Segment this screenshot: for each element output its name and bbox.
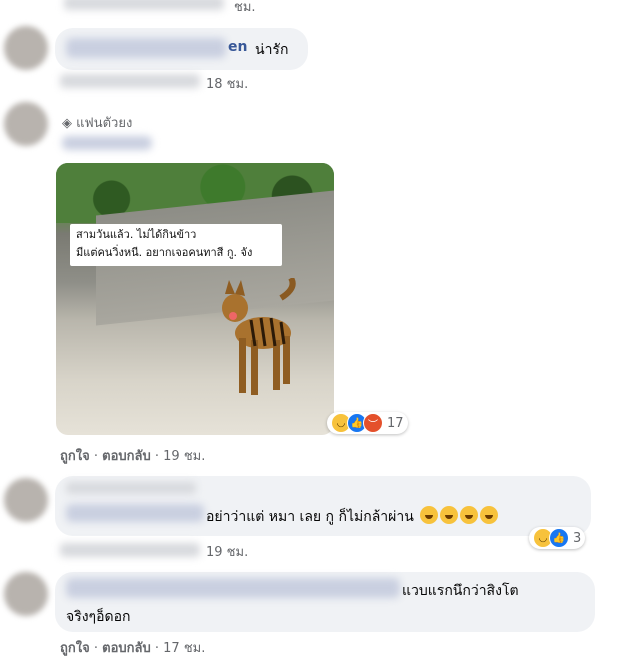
comment-actions: ถูกใจ · ตอบกลับ · 19 ชม. <box>60 449 206 464</box>
reaction-summary[interactable]: ◡ 👍 3 <box>529 527 586 549</box>
comment-time: 19 ชม. <box>206 545 249 560</box>
blurred-author-name[interactable] <box>66 38 226 58</box>
diamond-icon: ◈ <box>62 116 72 131</box>
tiger-striped-dog <box>222 278 296 395</box>
blurred-actions <box>64 0 224 10</box>
photo-caption: สามวันแล้ว. ไม่ได้กินข้าว มีแต่คนวิ่งหนี… <box>70 224 282 266</box>
blurred-text <box>66 504 204 522</box>
like-link[interactable]: ถูกใจ <box>60 641 90 656</box>
laughing-emoji-icon <box>460 506 479 524</box>
laughing-emoji-icon <box>480 506 499 524</box>
top-fan-badge: ◈ แฟนตัวยง <box>62 116 133 131</box>
author-name-suffix[interactable]: en <box>228 39 247 55</box>
reaction-count: 3 <box>573 530 582 546</box>
laughing-emoji-icon <box>420 506 439 524</box>
comment-text: อย่าว่าแต่ หมา เลย กู ก็ไม่กล้าผ่าน <box>206 506 499 528</box>
blurred-actions <box>60 543 200 557</box>
comment-time: ชม. <box>234 0 256 15</box>
reaction-count: 17 <box>387 415 404 431</box>
blurred-author-name <box>66 482 196 494</box>
avatar[interactable] <box>4 26 48 70</box>
reply-link[interactable]: ตอบกลับ <box>102 449 151 464</box>
blurred-actions <box>60 74 200 88</box>
blurred-author-name[interactable] <box>66 578 400 598</box>
like-reaction-icon: 👍 <box>549 528 569 548</box>
comment-time: 19 ชม. <box>163 449 206 464</box>
avatar[interactable] <box>4 102 48 146</box>
blurred-author-name[interactable] <box>62 136 152 150</box>
comment-actions: ถูกใจ · ตอบกลับ · 17 ชม. <box>60 641 206 656</box>
avatar[interactable] <box>4 572 48 616</box>
comment-photo[interactable]: สามวันแล้ว. ไม่ได้กินข้าว มีแต่คนวิ่งหนี… <box>56 163 334 435</box>
reaction-summary[interactable]: ◡ 👍 ︶ 17 <box>327 412 408 434</box>
comment-time: 18 ชม. <box>206 77 249 92</box>
comment-text: น่ารัก <box>255 42 289 58</box>
angry-reaction-icon: ︶ <box>363 413 383 433</box>
like-link[interactable]: ถูกใจ <box>60 449 90 464</box>
reply-link[interactable]: ตอบกลับ <box>102 641 151 656</box>
comment-text-line-2: จริงๆอ็ดอก <box>66 609 131 625</box>
avatar[interactable] <box>4 478 48 522</box>
comment-time: 17 ชม. <box>163 641 206 656</box>
comment-text-line-1: แวบแรกนึกว่าสิงโต <box>402 583 519 599</box>
laughing-emoji-icon <box>440 506 459 524</box>
